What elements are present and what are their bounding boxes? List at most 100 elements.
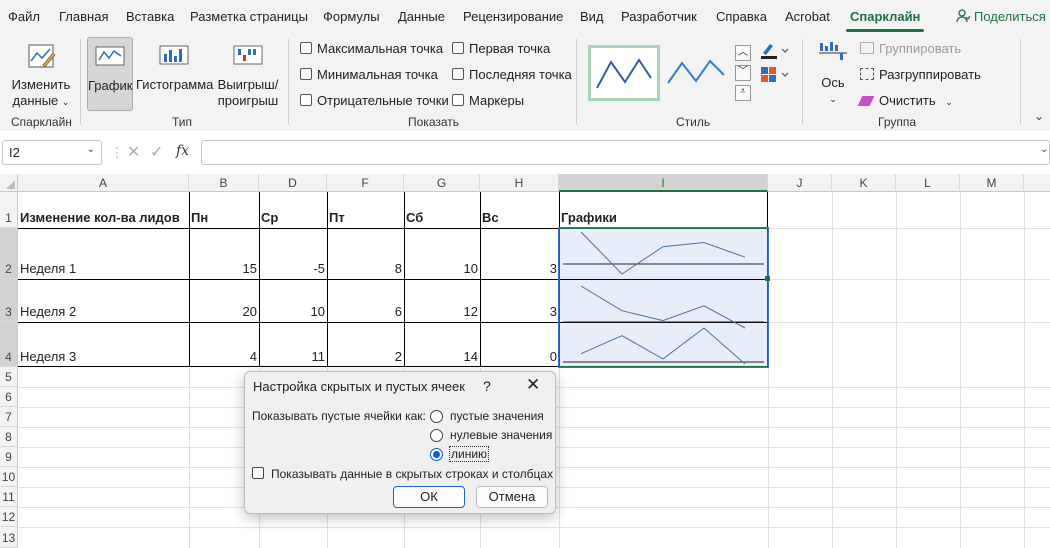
column-header-d[interactable]: D [259,174,327,192]
column-header-a[interactable]: A [18,174,189,192]
value-cell[interactable]: 4 [191,349,257,364]
radio-gaps-label[interactable]: пустые значения [450,409,544,423]
expand-formula-icon[interactable]: ⌄ [1040,144,1048,155]
header-cell-b[interactable]: Пн [191,210,208,225]
value-cell[interactable]: 15 [191,261,257,276]
low-point-checkbox[interactable]: Минимальная точка [300,67,438,82]
style-gallery-item[interactable] [664,45,732,101]
value-cell[interactable]: 14 [406,349,478,364]
menu-review[interactable]: Рецензирование [463,9,563,24]
name-box[interactable]: I2 ⌄ [2,140,102,165]
edit-data-button[interactable]: Изменить данные ⌄ [10,41,72,110]
style-gallery-item-selected[interactable] [588,45,660,101]
share-button[interactable]: Поделиться [956,9,1046,24]
value-cell[interactable]: 3 [482,261,557,276]
menu-sparkline[interactable]: Спарклайн [850,9,920,24]
row-label-week-3[interactable]: Неделя 3 [20,349,76,364]
value-cell[interactable]: 2 [329,349,402,364]
row-header-13[interactable]: 13 [0,527,18,548]
row-header-2[interactable]: 2 [0,228,18,279]
value-cell[interactable]: 20 [191,304,257,319]
menu-help[interactable]: Справка [716,9,767,24]
header-cell-f[interactable]: Пт [329,210,345,225]
header-cell-d[interactable]: Ср [261,210,278,225]
radio-zero-label[interactable]: нулевые значения [450,428,552,442]
menu-insert[interactable]: Вставка [126,9,174,24]
value-cell[interactable]: 12 [406,304,478,319]
radio-gaps[interactable] [430,410,443,423]
row-header-6[interactable]: 6 [0,387,18,407]
row-header-12[interactable]: 12 [0,507,18,527]
value-cell[interactable]: 11 [261,349,326,364]
header-cell-a[interactable]: Изменение кол-ва лидов [20,210,180,225]
close-icon[interactable]: ✕ [526,375,540,395]
group-button[interactable]: Группировать [860,41,961,56]
value-cell[interactable]: 0 [482,349,557,364]
formula-input[interactable] [201,140,1050,165]
menu-view[interactable]: Вид [580,9,604,24]
radio-connect-line-label[interactable]: линию [449,446,490,462]
column-header-f[interactable]: F [327,174,404,192]
ungroup-button[interactable]: Разгруппировать [860,67,981,82]
menu-home[interactable]: Главная [59,9,108,24]
type-winloss-button[interactable]: Выигрыш/ проигрыш [215,37,281,109]
column-header-j[interactable]: J [768,174,832,192]
menu-formulas[interactable]: Формулы [323,9,380,24]
axis-button[interactable]: Ось ⌄ [814,41,852,107]
select-all-corner[interactable] [0,174,18,192]
row-header-9[interactable]: 9 [0,447,18,467]
row-header-3[interactable]: 3 [0,279,18,322]
high-point-checkbox[interactable]: Максимальная точка [300,41,443,56]
row-header-7[interactable]: 7 [0,407,18,427]
value-cell[interactable]: -5 [261,261,325,276]
column-header-m[interactable]: M [960,174,1024,192]
negative-points-checkbox[interactable]: Отрицательные точки [300,93,449,108]
cancel-entry-icon[interactable]: ✕ [127,142,140,162]
ok-button[interactable]: ОК [393,486,465,508]
menu-file[interactable]: Файл [8,9,40,24]
menu-acrobat[interactable]: Acrobat [785,9,830,24]
gallery-more[interactable]: ⩡ [735,85,751,101]
row-header-1[interactable]: 1 [0,192,18,228]
row-label-week-2[interactable]: Неделя 2 [20,304,76,319]
clear-button[interactable]: Очистить ⌄ [857,93,953,108]
row-header-11[interactable]: 11 [0,487,18,507]
column-header-g[interactable]: G [404,174,480,192]
menu-page-layout[interactable]: Разметка страницы [190,9,308,24]
menu-data[interactable]: Данные [398,9,445,24]
row-header-4[interactable]: 4 [0,322,18,367]
first-point-checkbox[interactable]: Первая точка [452,41,550,56]
value-cell[interactable]: 10 [406,261,478,276]
header-cell-h[interactable]: Вс [482,210,499,225]
sparklines[interactable] [559,228,768,367]
radio-zero[interactable] [430,429,443,442]
gallery-scroll-up[interactable]: ︿ [735,45,751,61]
type-line-button[interactable]: График [87,37,133,111]
confirm-entry-icon[interactable]: ✓ [150,142,163,162]
insert-function-icon[interactable]: fx [176,143,189,159]
row-label-week-1[interactable]: Неделя 1 [20,261,76,276]
value-cell[interactable]: 8 [329,261,402,276]
column-header-k[interactable]: K [832,174,896,192]
row-header-10[interactable]: 10 [0,467,18,487]
column-header-i[interactable]: I [559,174,768,192]
collapse-ribbon-icon[interactable]: ⌄ [1034,109,1044,123]
gallery-scroll-down[interactable]: ﹀ [735,65,751,81]
value-cell[interactable]: 10 [261,304,325,319]
last-point-checkbox[interactable]: Последняя точка [452,67,572,82]
type-column-button[interactable]: Гистограмма [136,37,213,93]
column-header-h[interactable]: H [480,174,559,192]
row-header-5[interactable]: 5 [0,367,18,387]
cancel-button[interactable]: Отмена [476,486,548,508]
value-cell[interactable]: 6 [329,304,402,319]
markers-checkbox[interactable]: Маркеры [452,93,524,108]
column-header-l[interactable]: L [896,174,960,192]
menu-developer[interactable]: Разработчик [621,9,697,24]
value-cell[interactable]: 3 [482,304,557,319]
sparkline-color-button[interactable] [760,41,790,61]
hidden-data-checkbox[interactable] [252,467,264,479]
radio-connect-line[interactable] [430,448,443,461]
column-header-b[interactable]: B [189,174,259,192]
help-icon[interactable]: ? [483,378,491,394]
header-cell-i[interactable]: Графики [561,210,617,225]
